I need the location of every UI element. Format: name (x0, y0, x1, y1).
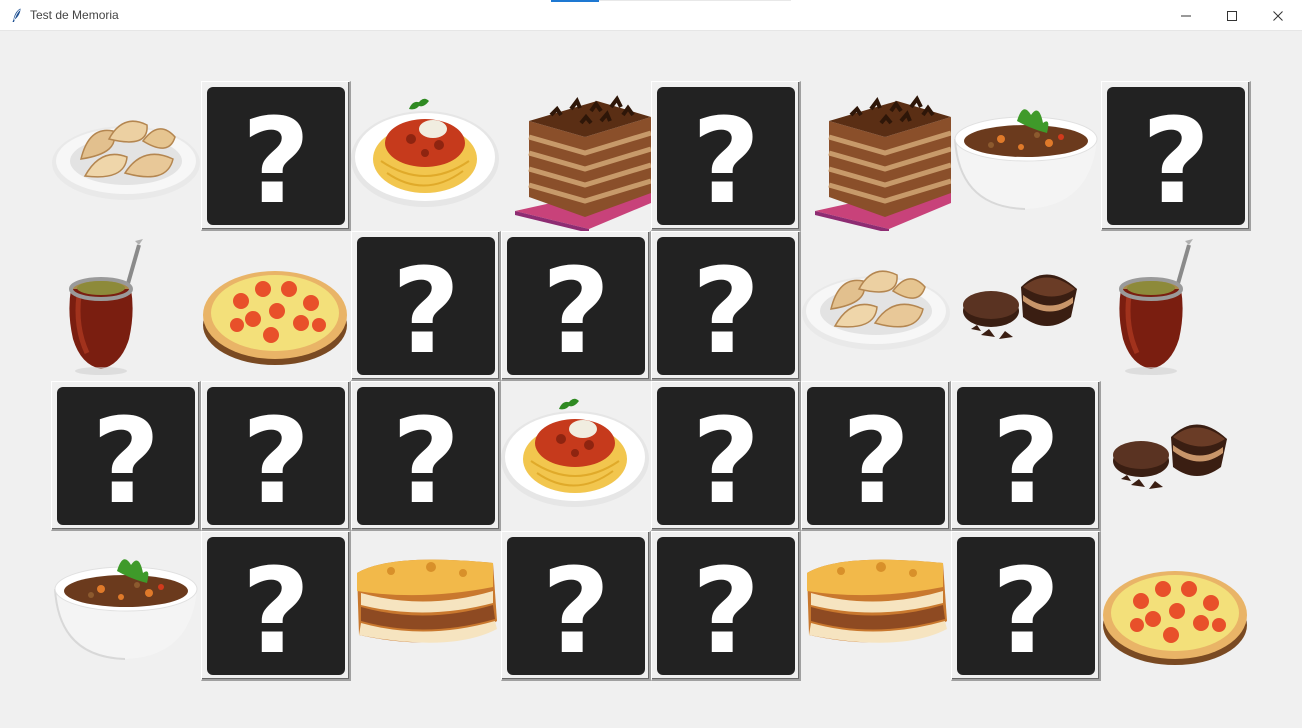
memory-card-lasagna[interactable] (801, 531, 951, 681)
memory-card-hidden[interactable]: ? (651, 531, 801, 681)
question-mark-icon: ? (657, 87, 795, 225)
lentil-stew-image (954, 109, 1098, 210)
memory-card-hidden[interactable]: ? (801, 381, 951, 531)
question-mark-icon: ? (207, 537, 345, 675)
memory-card-hidden[interactable]: ? (201, 81, 351, 231)
lentil-stew-image (54, 559, 198, 660)
memory-card-hidden[interactable]: ? (51, 381, 201, 531)
question-mark: ? (242, 542, 310, 675)
question-mark: ? (542, 242, 610, 375)
memory-card-lasagna[interactable] (351, 531, 501, 681)
question-mark: ? (692, 392, 760, 525)
question-mark-icon: ? (357, 387, 495, 525)
question-mark-icon: ? (657, 387, 795, 525)
memory-card-spaghetti[interactable] (501, 381, 651, 531)
memory-card-mate[interactable] (51, 231, 201, 381)
memory-card-pizza[interactable] (201, 231, 351, 381)
lasagna-image (357, 559, 497, 643)
question-mark: ? (692, 242, 760, 375)
question-mark-icon: ? (357, 237, 495, 375)
memory-card-hidden[interactable]: ? (201, 531, 351, 681)
title-bar-divider (599, 0, 791, 1)
memory-card-alfajor[interactable] (1101, 381, 1251, 531)
pizza-image (203, 271, 347, 365)
memory-card-hidden[interactable]: ? (951, 531, 1101, 681)
chocotorta-image (815, 95, 951, 231)
memory-card-hidden[interactable]: ? (651, 81, 801, 231)
memory-card-hidden[interactable]: ? (201, 381, 351, 531)
memory-card-chocotorta[interactable] (501, 81, 651, 231)
memory-card-hidden[interactable]: ? (351, 231, 501, 381)
question-mark-icon: ? (1107, 87, 1245, 225)
memory-card-empanadas[interactable] (51, 81, 201, 231)
question-mark-icon: ? (957, 537, 1095, 675)
minimize-icon (1181, 15, 1191, 16)
memory-card-lentil-stew[interactable] (951, 81, 1101, 231)
alfajor-image (1113, 424, 1227, 489)
memory-card-spaghetti[interactable] (351, 81, 501, 231)
pizza-image (1103, 571, 1247, 665)
spaghetti-image (351, 98, 499, 207)
memory-card-hidden[interactable]: ? (501, 531, 651, 681)
question-mark: ? (692, 92, 760, 225)
maximize-button[interactable] (1209, 0, 1255, 31)
window-title: Test de Memoria (30, 8, 119, 22)
memory-card-hidden[interactable]: ? (501, 231, 651, 381)
close-icon (1273, 10, 1283, 21)
title-bar: Test de Memoria (0, 0, 1302, 31)
question-mark: ? (392, 242, 460, 375)
question-mark: ? (1142, 92, 1210, 225)
memory-card-hidden[interactable]: ? (351, 381, 501, 531)
empanadas-image (802, 270, 950, 350)
memory-card-empanadas[interactable] (801, 231, 951, 381)
question-mark-icon: ? (657, 237, 795, 375)
memory-card-alfajor[interactable] (951, 231, 1101, 381)
question-mark-icon: ? (957, 387, 1095, 525)
memory-card-hidden[interactable]: ? (651, 381, 801, 531)
question-mark-icon: ? (657, 537, 795, 675)
chocotorta-image (515, 95, 651, 231)
memory-card-pizza[interactable] (1101, 531, 1251, 681)
memory-card-hidden[interactable]: ? (1101, 81, 1251, 231)
close-button[interactable] (1255, 0, 1301, 31)
question-mark-icon: ? (807, 387, 945, 525)
alfajor-image (963, 274, 1077, 339)
question-mark-icon: ? (57, 387, 195, 525)
memory-card-hidden[interactable]: ? (651, 231, 801, 381)
question-mark-icon: ? (507, 237, 645, 375)
question-mark: ? (992, 542, 1060, 675)
memory-card-lentil-stew[interactable] (51, 531, 201, 681)
minimize-button[interactable] (1163, 0, 1209, 31)
question-mark: ? (542, 542, 610, 675)
memory-card-mate[interactable] (1101, 231, 1251, 381)
memory-card-hidden[interactable]: ? (951, 381, 1101, 531)
title-bar-accent (551, 0, 599, 2)
empanadas-image (52, 120, 200, 200)
question-mark: ? (242, 392, 310, 525)
memory-board: ? ? ? ? ? ? ? ? ? ? ? ? ? ? ? ? (51, 81, 1251, 681)
mate-image (69, 239, 143, 375)
question-mark: ? (92, 392, 160, 525)
question-mark: ? (992, 392, 1060, 525)
question-mark: ? (842, 392, 910, 525)
mate-image (1119, 239, 1193, 375)
feather-icon (12, 8, 21, 22)
question-mark-icon: ? (507, 537, 645, 675)
question-mark: ? (692, 542, 760, 675)
question-mark: ? (242, 92, 310, 225)
question-mark-icon: ? (207, 387, 345, 525)
maximize-icon (1227, 10, 1237, 21)
question-mark: ? (392, 392, 460, 525)
lasagna-image (807, 559, 947, 643)
spaghetti-image (501, 398, 649, 507)
memory-card-chocotorta[interactable] (801, 81, 951, 231)
question-mark-icon: ? (207, 87, 345, 225)
